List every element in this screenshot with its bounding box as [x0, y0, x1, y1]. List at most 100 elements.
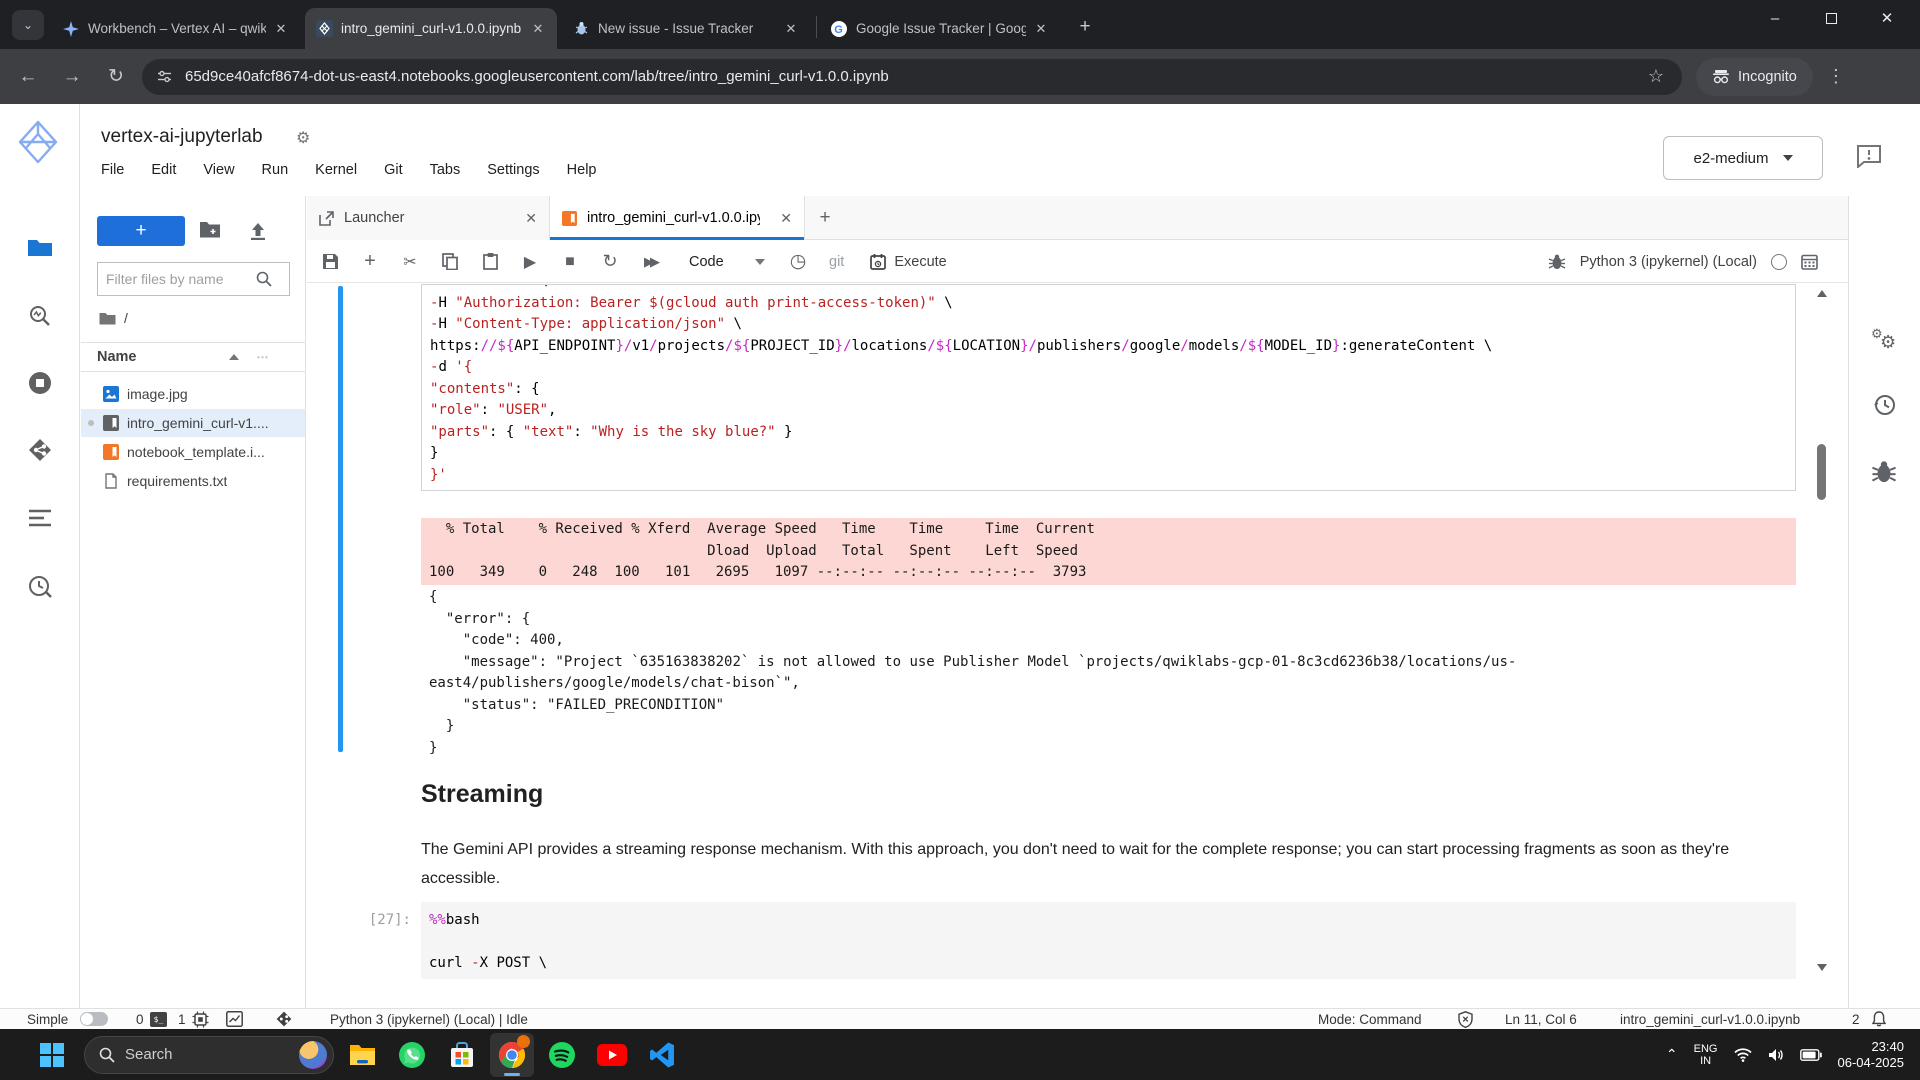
file-row-template-notebook[interactable]: notebook_template.i... [81, 438, 305, 466]
cut-cell-button[interactable]: ✂ [393, 247, 427, 277]
terminal-count[interactable]: 0 [136, 1009, 144, 1029]
taskbar-file-explorer[interactable] [340, 1033, 384, 1077]
menu-file[interactable]: File [101, 162, 124, 178]
sidebar-filebrowser-icon[interactable] [24, 232, 56, 264]
tab-close-icon[interactable]: ✕ [1032, 20, 1050, 38]
taskbar-microsoft-store[interactable] [440, 1033, 484, 1077]
tab-close-icon[interactable]: ✕ [529, 20, 547, 38]
restart-kernel-button[interactable]: ↻ [593, 247, 627, 277]
back-button[interactable]: ← [12, 61, 44, 93]
forward-button[interactable]: → [56, 61, 88, 93]
tab-close-icon[interactable]: ✕ [782, 20, 800, 38]
title-gear-icon[interactable]: ⚙ [296, 128, 310, 148]
language-indicator[interactable]: ENGIN [1694, 1043, 1718, 1067]
git-status-icon[interactable] [276, 1009, 292, 1029]
history-icon[interactable] [1871, 392, 1897, 418]
new-tab-button[interactable]: + [1072, 14, 1098, 40]
cursor-position[interactable]: Ln 11, Col 6 [1505, 1009, 1577, 1029]
wifi-icon[interactable] [1734, 1048, 1752, 1062]
reload-button[interactable]: ↻ [100, 61, 132, 93]
taskbar-whatsapp[interactable] [390, 1033, 434, 1077]
taskbar-search-box[interactable]: Search [84, 1036, 334, 1074]
doc-tab-notebook[interactable]: intro_gemini_curl-v1.0.0.ipynb ✕ [550, 196, 805, 240]
cell-type-dropdown[interactable]: Code [679, 247, 775, 277]
kernel-chip-icon[interactable] [192, 1009, 209, 1029]
file-list-header[interactable]: Name ⋯ [81, 342, 305, 372]
new-folder-icon[interactable] [199, 220, 221, 238]
paste-cell-button[interactable] [473, 247, 507, 277]
scrollbar-thumb[interactable] [1817, 444, 1826, 500]
taskbar-clock[interactable]: 23:40 06-04-2025 [1838, 1039, 1905, 1071]
sidebar-toc-icon[interactable] [24, 502, 56, 534]
file-row-intro-notebook[interactable]: intro_gemini_curl-v1.... [81, 409, 305, 437]
notebook-scrollbar[interactable] [1813, 284, 1831, 1008]
code-cell-input-bash[interactable]: %%bash curl -X POST \ [421, 902, 1796, 979]
breadcrumb[interactable]: / [99, 310, 128, 326]
file-row-image[interactable]: image.jpg [81, 380, 305, 408]
add-doc-tab-button[interactable]: + [805, 196, 845, 240]
battery-icon[interactable] [1800, 1049, 1822, 1061]
bell-icon[interactable] [1872, 1009, 1886, 1029]
bookmark-star-icon[interactable]: ☆ [1648, 66, 1664, 87]
menu-view[interactable]: View [203, 162, 234, 178]
taskbar-vscode[interactable] [640, 1033, 684, 1077]
taskbar-chrome[interactable] [490, 1033, 534, 1077]
sidebar-git-icon[interactable] [24, 434, 56, 466]
browser-menu-icon[interactable]: ⋮ [1827, 66, 1845, 87]
sidebar-notebook-jobs-icon[interactable] [24, 570, 56, 602]
taskbar-youtube[interactable] [590, 1033, 634, 1077]
browser-tab-notebook[interactable]: intro_gemini_curl-v1.0.0.ipynb ✕ [305, 8, 557, 49]
run-cell-button[interactable]: ▶ [513, 247, 547, 277]
feedback-icon[interactable] [1856, 144, 1882, 168]
property-inspector-icon[interactable]: ⚙⚙ [1871, 324, 1899, 352]
file-row-requirements[interactable]: requirements.txt [81, 467, 305, 495]
tray-chevron-up-icon[interactable]: ⌃ [1666, 1046, 1678, 1063]
kernel-status-circle[interactable] [1771, 254, 1787, 270]
scroll-down-arrow[interactable] [1817, 964, 1827, 971]
history-clock-icon[interactable]: ◷ [781, 247, 815, 277]
breadcrumb-root[interactable]: / [124, 310, 128, 326]
simple-mode-toggle[interactable] [80, 1009, 108, 1029]
debugger-bug-icon[interactable] [1871, 460, 1897, 484]
machine-type-dropdown[interactable]: e2-medium [1663, 136, 1823, 180]
menu-kernel[interactable]: Kernel [315, 162, 357, 178]
code-cell-input[interactable]: curl -X POST \ -H "Authorization: Bearer… [421, 284, 1796, 491]
markdown-cell[interactable]: Streaming The Gemini API provides a stre… [421, 780, 1804, 893]
menu-tabs[interactable]: Tabs [430, 162, 461, 178]
upload-icon[interactable] [249, 220, 267, 240]
menu-settings[interactable]: Settings [487, 162, 539, 178]
memory-usage-icon[interactable] [226, 1009, 243, 1029]
trust-shield-icon[interactable] [1458, 1009, 1473, 1029]
mode-indicator[interactable]: Mode: Command [1318, 1009, 1422, 1029]
address-bar[interactable]: 65d9ce40afcf8674-dot-us-east4.notebooks.… [142, 59, 1682, 95]
debugger-bug-icon[interactable] [1548, 254, 1566, 270]
menu-git[interactable]: Git [384, 162, 403, 178]
copy-cell-button[interactable] [433, 247, 467, 277]
doc-tab-close-icon[interactable]: ✕ [780, 210, 792, 227]
scroll-up-arrow[interactable] [1817, 290, 1827, 297]
kernel-status-text[interactable]: Python 3 (ipykernel) (Local) | Idle [330, 1009, 528, 1029]
file-filter-box[interactable] [97, 262, 290, 296]
calendar-icon[interactable] [1801, 253, 1818, 270]
menu-edit[interactable]: Edit [151, 162, 176, 178]
start-button[interactable] [30, 1033, 74, 1077]
sidebar-running-kernels-icon[interactable] [24, 367, 56, 399]
menu-run[interactable]: Run [262, 162, 289, 178]
menu-help[interactable]: Help [567, 162, 597, 178]
browser-tab-workbench[interactable]: Workbench – Vertex AI – qwikla ✕ [52, 8, 300, 49]
tab-search-button[interactable]: ⌄ [12, 10, 44, 40]
window-restore-button[interactable] [1808, 0, 1854, 36]
browser-tab-new-issue[interactable]: New issue - Issue Tracker ✕ [562, 8, 810, 49]
statusbar-filename[interactable]: intro_gemini_curl-v1.0.0.ipynb [1620, 1009, 1800, 1029]
volume-icon[interactable] [1768, 1048, 1784, 1062]
notification-count[interactable]: 2 [1852, 1009, 1860, 1029]
notebook-content[interactable]: curl -X POST \ -H "Authorization: Bearer… [307, 284, 1848, 1008]
doc-tab-close-icon[interactable]: ✕ [525, 210, 537, 227]
site-settings-icon[interactable] [156, 68, 173, 85]
stop-kernel-button[interactable]: ■ [553, 247, 587, 277]
add-cell-button[interactable]: + [353, 247, 387, 277]
terminal-icon[interactable]: $_ [150, 1009, 167, 1029]
execute-button[interactable]: Execute [870, 253, 946, 270]
taskbar-spotify[interactable] [540, 1033, 584, 1077]
sidebar-search-icon[interactable] [24, 300, 56, 332]
